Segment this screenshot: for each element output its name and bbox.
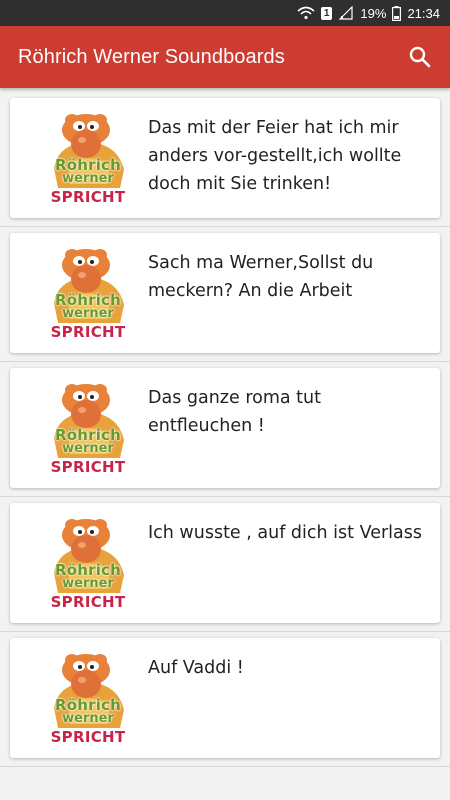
status-bar: 1 19% 21:34 xyxy=(0,0,450,26)
sound-card[interactable]: Röhrich werner SPRICHT Auf Vaddi ! xyxy=(10,638,440,758)
logo-line-2: werner xyxy=(62,576,114,591)
sound-card[interactable]: Röhrich werner SPRICHT Das ganze roma tu… xyxy=(10,368,440,488)
sound-list: Röhrich werner SPRICHT Das mit der Feier… xyxy=(0,88,450,767)
logo-line-2: werner xyxy=(62,441,114,456)
sound-title: Das mit der Feier hat ich mir anders vor… xyxy=(148,118,402,194)
list-row: Röhrich werner SPRICHT Das ganze roma tu… xyxy=(0,362,450,497)
logo-line-3: SPRICHT xyxy=(50,188,126,206)
logo-line-1: Röhrich xyxy=(54,156,122,174)
logo-line-1: Röhrich xyxy=(54,426,122,444)
list-row: Röhrich werner SPRICHT Das mit der Feier… xyxy=(0,92,450,227)
roehrich-werner-logo: Röhrich werner SPRICHT xyxy=(38,104,138,208)
search-button[interactable] xyxy=(406,43,434,71)
search-icon xyxy=(409,46,431,68)
roehrich-werner-logo: Röhrich werner SPRICHT xyxy=(38,644,138,748)
battery-icon xyxy=(392,5,402,21)
sound-card[interactable]: Röhrich werner SPRICHT Das mit der Feier… xyxy=(10,98,440,218)
logo-line-2: werner xyxy=(62,171,114,186)
sound-title: Sach ma Werner,Sollst du meckern? An die… xyxy=(148,253,374,301)
sound-title: Das ganze roma tut entfleuchen ! xyxy=(148,388,321,436)
sound-card[interactable]: Röhrich werner SPRICHT Sach ma Werner,So… xyxy=(10,233,440,353)
sound-title: Ich wusste , auf dich ist Verlass xyxy=(148,523,422,543)
sim-badge: 1 xyxy=(323,7,330,19)
app-bar: Röhrich Werner Soundboards xyxy=(0,26,450,88)
roehrich-werner-logo: Röhrich werner SPRICHT xyxy=(38,509,138,613)
battery-percent: 19% xyxy=(360,5,387,21)
roehrich-werner-logo: Röhrich werner SPRICHT xyxy=(38,374,138,478)
logo-line-3: SPRICHT xyxy=(50,593,126,611)
clock: 21:34 xyxy=(407,5,440,21)
wifi-icon xyxy=(297,6,315,20)
logo-line-1: Röhrich xyxy=(54,696,122,714)
signal-icon xyxy=(338,6,354,20)
logo-line-3: SPRICHT xyxy=(50,728,126,746)
sim-icon: 1 xyxy=(320,6,333,20)
sound-card[interactable]: Röhrich werner SPRICHT Ich wusste , auf … xyxy=(10,503,440,623)
logo-line-1: Röhrich xyxy=(54,291,122,309)
list-row: Röhrich werner SPRICHT Ich wusste , auf … xyxy=(0,497,450,632)
logo-line-3: SPRICHT xyxy=(50,323,126,341)
sound-title: Auf Vaddi ! xyxy=(148,658,244,678)
list-row: Röhrich werner SPRICHT Sach ma Werner,So… xyxy=(0,227,450,362)
logo-line-1: Röhrich xyxy=(54,561,122,579)
logo-line-2: werner xyxy=(62,711,114,726)
app-title: Röhrich Werner Soundboards xyxy=(18,45,285,68)
logo-line-2: werner xyxy=(62,306,114,321)
logo-line-3: SPRICHT xyxy=(50,458,126,476)
roehrich-werner-logo: Röhrich werner SPRICHT xyxy=(38,239,138,343)
list-row: Röhrich werner SPRICHT Auf Vaddi ! xyxy=(0,632,450,767)
